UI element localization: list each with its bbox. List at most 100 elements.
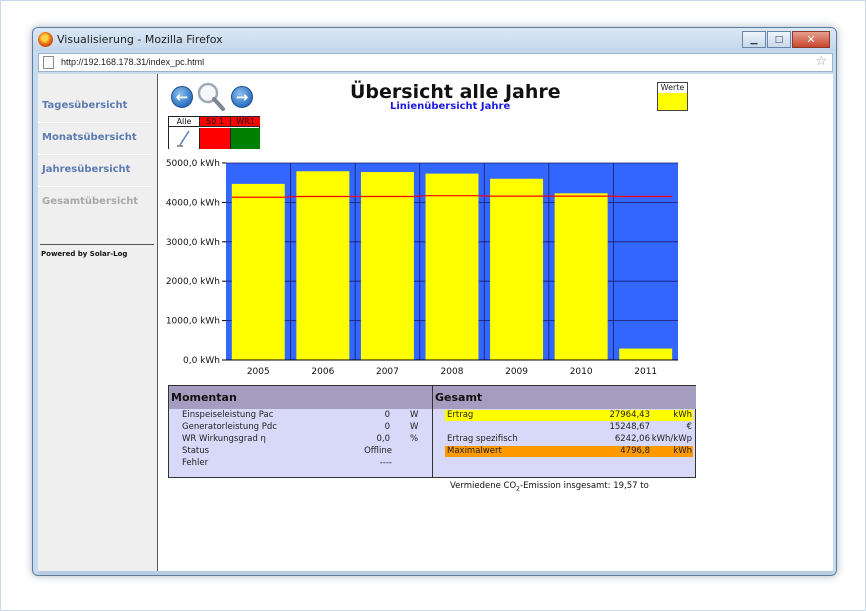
- reference-line-connector: [284, 195, 297, 198]
- sidebar-item-monatsuebersicht[interactable]: Monatsübersicht: [42, 132, 137, 143]
- y-tick-label: 0,0 kWh: [183, 356, 220, 366]
- selector-alle-label[interactable]: Alle: [169, 117, 200, 127]
- gesamt-row-spezifisch: Ertrag spezifisch 6242,06 kWh/kWp: [445, 434, 693, 445]
- sidebar-separator: [38, 186, 152, 187]
- momentan-label: Status: [182, 446, 210, 456]
- window-title: Visualisierung - Mozilla Firefox: [57, 33, 223, 46]
- sidebar-separator: [38, 154, 152, 155]
- momentan-unit: W: [410, 410, 419, 420]
- momentan-row: Status Offline: [169, 446, 432, 457]
- bar-2010[interactable]: [554, 193, 608, 360]
- gesamt-row-ertrag: Ertrag 27964,43 kWh: [445, 410, 693, 421]
- page-subtitle: Linienübersicht Jahre: [390, 101, 511, 112]
- sidebar: Tagesübersicht Monatsübersicht Jahresübe…: [38, 74, 158, 571]
- y-tick-label: 4000,0 kWh: [166, 198, 220, 208]
- selector-wr-color[interactable]: [231, 128, 260, 149]
- address-bar[interactable]: http://192.168.178.31/index_pc.html ☆: [38, 53, 833, 72]
- y-tick-label: 3000,0 kWh: [166, 238, 220, 248]
- forward-arrow-button[interactable]: →: [231, 86, 253, 108]
- pen-icon: [177, 130, 190, 147]
- x-tick-label: 2005: [247, 367, 270, 377]
- momentan-label: Fehler: [182, 458, 209, 468]
- gesamt-label: Ertrag spezifisch: [447, 434, 518, 444]
- info-panel: Momentan Gesamt Einspeiseleistung Pac 0 …: [168, 385, 696, 478]
- gesamt-unit: kWh/kWp: [651, 434, 692, 444]
- gesamt-value: 27964,43: [609, 410, 650, 420]
- x-tick-label: 2006: [311, 367, 334, 377]
- sidebar-separator: [38, 122, 152, 123]
- gesamt-unit: kWh: [673, 410, 692, 420]
- panel-divider: [432, 386, 433, 478]
- gesamt-value: 6242,06: [614, 434, 650, 444]
- y-tick-label: 2000,0 kWh: [166, 277, 220, 287]
- gesamt-row-euro: 15248,67 €: [445, 422, 693, 433]
- x-tick-label: 2011: [634, 367, 657, 377]
- firefox-icon: [38, 32, 53, 47]
- minimize-button[interactable]: ▁: [742, 31, 766, 48]
- momentan-label: Einspeiseleistung Pac: [182, 410, 274, 420]
- status-bar: [38, 571, 833, 575]
- yearly-energy-chart: 0,0 kWh 1000,0 kWh 2000,0 kWh 3000,0 kWh 400…: [166, 159, 678, 377]
- bar-2006[interactable]: [296, 171, 350, 360]
- emission-suffix: -Emission insgesamt: 19,57 to: [520, 481, 649, 491]
- momentan-label: WR Wirkungsgrad η: [182, 434, 266, 444]
- gesamt-header: Gesamt: [433, 386, 696, 409]
- gesamt-value: 15248,67: [609, 422, 650, 432]
- gesamt-label: Ertrag: [447, 410, 474, 420]
- werte-legend[interactable]: Werte: [657, 82, 688, 111]
- sidebar-item-tagesuebersicht[interactable]: Tagesübersicht: [42, 100, 127, 111]
- momentan-row: WR Wirkungsgrad η 0,0 %: [169, 434, 432, 445]
- sidebar-divider: [40, 244, 154, 245]
- magnifier-icon[interactable]: [197, 82, 225, 112]
- co2-emission-text: Vermiedene CO2-Emission insgesamt: 19,57…: [450, 481, 649, 493]
- momentan-value: ----: [379, 458, 392, 468]
- gesamt-unit: kWh: [673, 446, 692, 456]
- inverter-selector: Alle S0 1 WR1: [168, 116, 260, 149]
- momentan-header: Momentan: [169, 386, 432, 409]
- werte-label: Werte: [658, 83, 687, 93]
- momentan-value: Offline: [364, 446, 392, 456]
- maximize-button[interactable]: □: [767, 31, 791, 48]
- momentan-unit: %: [410, 434, 419, 444]
- momentan-unit: W: [410, 422, 419, 432]
- page-icon: [43, 56, 54, 69]
- gesamt-unit: €: [686, 422, 692, 432]
- sidebar-item-gesamtuebersicht[interactable]: Gesamtübersicht: [42, 196, 138, 207]
- momentan-value: 0: [384, 410, 390, 420]
- y-tick-label: 5000,0 kWh: [166, 159, 220, 169]
- gesamt-label: Maximalwert: [447, 446, 502, 456]
- gesamt-row-maximalwert: Maximalwert 4796,8 kWh: [445, 446, 693, 457]
- page-content: Tagesübersicht Monatsübersicht Jahresübe…: [38, 74, 833, 571]
- bar-2011[interactable]: [619, 348, 673, 360]
- momentan-row: Generatorleistung Pdc 0 W: [169, 422, 432, 433]
- momentan-row: Fehler ----: [169, 458, 432, 469]
- bar-2008[interactable]: [425, 173, 479, 360]
- momentan-label: Generatorleistung Pdc: [182, 422, 277, 432]
- x-tick-label: 2008: [441, 367, 464, 377]
- gesamt-value: 4796,8: [620, 446, 650, 456]
- page-title: Übersicht alle Jahre: [350, 81, 561, 103]
- reference-line-connector: [413, 195, 426, 198]
- y-tick-label: 1000,0 kWh: [166, 317, 220, 327]
- selector-wr-label[interactable]: WR1: [231, 117, 260, 127]
- bookmark-star-icon[interactable]: ☆: [815, 54, 827, 69]
- url-text[interactable]: http://192.168.178.31/index_pc.html: [61, 57, 204, 67]
- momentan-value: 0,0: [376, 434, 390, 444]
- bar-2009[interactable]: [490, 178, 544, 360]
- selector-s0-color[interactable]: [200, 128, 231, 149]
- browser-window: Visualisierung - Mozilla Firefox ▁ □ ✕ h…: [32, 27, 837, 576]
- title-bar: Visualisierung - Mozilla Firefox ▁ □ ✕: [33, 28, 836, 52]
- momentan-value: 0: [384, 422, 390, 432]
- close-button[interactable]: ✕: [792, 31, 830, 48]
- selector-s0-label[interactable]: S0 1: [200, 117, 231, 127]
- momentan-row: Einspeiseleistung Pac 0 W: [169, 410, 432, 421]
- powered-by-text: Powered by Solar-Log: [41, 250, 128, 258]
- back-arrow-button[interactable]: ←: [171, 86, 193, 108]
- x-tick-label: 2009: [505, 367, 528, 377]
- selector-pen-cell[interactable]: [169, 128, 200, 149]
- emission-prefix: Vermiedene CO: [450, 481, 517, 491]
- sidebar-item-jahresuebersicht[interactable]: Jahresübersicht: [42, 164, 130, 175]
- bar-2007[interactable]: [360, 172, 414, 360]
- bar-2005[interactable]: [231, 183, 285, 360]
- x-tick-label: 2007: [376, 367, 399, 377]
